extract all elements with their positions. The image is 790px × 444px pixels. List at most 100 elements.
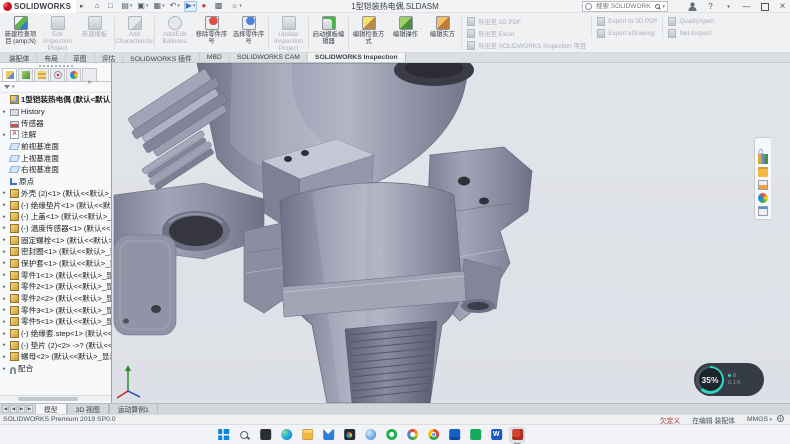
propertymanager-tab[interactable]: [18, 68, 33, 81]
tree-item[interactable]: 零件5<1> (默认<<默认>_显示状态: [0, 316, 111, 328]
chrome-button[interactable]: [425, 427, 441, 443]
command-tab[interactable]: 评估: [95, 53, 124, 62]
expand-arrow-icon[interactable]: [3, 296, 9, 302]
tree-item[interactable]: 右视基准面: [0, 164, 111, 176]
edit-specs-button[interactable]: 编辑实方: [424, 14, 461, 38]
tree-item[interactable]: 传感器: [0, 117, 111, 129]
edge-button[interactable]: [278, 427, 294, 443]
tab-prev-button[interactable]: ◀: [10, 405, 17, 413]
expand-arrow-icon[interactable]: [3, 307, 9, 313]
dropdown-caret-icon[interactable]: [177, 3, 180, 9]
command-tab[interactable]: 布局: [37, 53, 66, 62]
restore-button[interactable]: [759, 1, 770, 12]
app-green-button[interactable]: [467, 427, 483, 443]
dropdown-caret-icon[interactable]: [239, 3, 242, 9]
rebuild-icon[interactable]: [200, 1, 210, 12]
command-tab[interactable]: SOLIDWORKS CAM: [230, 53, 308, 62]
tree-filter-row[interactable]: [0, 82, 111, 93]
photos-button[interactable]: [341, 427, 357, 443]
tree-item[interactable]: 保护套<1> (默认<<默认>_显示状态: [0, 258, 111, 270]
tree-item[interactable]: (-) 上盖<1> (默认<<默认>_显示状态: [0, 211, 111, 223]
update-inspection-project-button[interactable]: Update Inspection Project: [270, 14, 307, 52]
search-input[interactable]: [594, 2, 653, 11]
file-explorer-button[interactable]: [299, 427, 315, 443]
expand-arrow-icon[interactable]: [3, 272, 9, 278]
configurationmanager-tab[interactable]: [34, 68, 49, 81]
tree-item[interactable]: 配合: [0, 363, 111, 375]
command-tab[interactable]: 草图: [66, 53, 95, 62]
tree-item[interactable]: 零件1<1> (默认<<默认>_显示状态: [0, 269, 111, 281]
status-globe-icon[interactable]: [777, 415, 784, 422]
tree-item[interactable]: 零件3<1> (默认<<默认>_显示状态: [0, 304, 111, 316]
command-tab[interactable]: MBD: [200, 53, 230, 62]
new-doc-icon[interactable]: [107, 1, 117, 12]
home-icon[interactable]: [94, 1, 104, 12]
expand-arrow-icon[interactable]: [3, 202, 9, 208]
app-green-circle-button[interactable]: [383, 427, 399, 443]
status-item[interactable]: 欠定义: [660, 415, 680, 425]
3d-model[interactable]: [112, 63, 790, 403]
tree-item[interactable]: 固定螺栓<1> (默认<<默认>_显示状: [0, 234, 111, 246]
tree-item[interactable]: 螺母<2> (默认<<默认>_显示状态: [0, 351, 111, 363]
expand-arrow-icon[interactable]: [3, 319, 9, 325]
tab-first-button[interactable]: ◀: [2, 405, 9, 413]
app-color-wheel-button[interactable]: [404, 427, 420, 443]
export-2d-pdf-button[interactable]: 导出至 2D PDF: [467, 17, 586, 26]
appearances-tab[interactable]: [758, 193, 768, 203]
tree-item[interactable]: 密封圈<1> (默认<<默认>_显示状态: [0, 246, 111, 258]
tree-item[interactable]: 上视基准面: [0, 152, 111, 164]
tree-item[interactable]: (-) 温度传感器<1> (默认<<默认>_显: [0, 223, 111, 235]
task-view-button[interactable]: [257, 427, 273, 443]
tree-item[interactable]: 注解: [0, 129, 111, 141]
resources-tab[interactable]: [758, 141, 768, 151]
expand-arrow-icon[interactable]: [3, 225, 9, 231]
export-excel-button[interactable]: 导出至 Excel: [467, 29, 586, 38]
new-template-button[interactable]: 新建模板: [76, 14, 113, 38]
select-balloons-button[interactable]: 选择零件序号: [230, 14, 267, 45]
close-button[interactable]: [777, 1, 788, 12]
export-3d-pdf-button[interactable]: Export to 3D PDF: [597, 17, 657, 26]
expand-arrow-icon[interactable]: [3, 190, 9, 196]
tree-item[interactable]: (-) 垫片 (2)<2> ->? (默认<<默认>: [0, 339, 111, 351]
display-settings-icon[interactable]: [214, 1, 227, 12]
file-explorer-tab[interactable]: [758, 167, 768, 177]
open-icon[interactable]: [120, 1, 133, 12]
view-palette-tab[interactable]: [758, 180, 768, 190]
minimize-button[interactable]: [741, 1, 752, 12]
expand-arrow-icon[interactable]: [3, 132, 9, 138]
displaymanager-tab[interactable]: [66, 68, 81, 81]
tree-item[interactable]: 原点: [0, 176, 111, 188]
search-button[interactable]: [236, 427, 252, 443]
add-edit-balloons-button[interactable]: Add/Edit Balloons: [156, 14, 193, 45]
launch-template-editor-button[interactable]: 启动模板编辑器: [310, 14, 347, 45]
document-tab[interactable]: 3D 视图: [67, 404, 109, 414]
status-item[interactable]: MMGS: [747, 416, 772, 423]
featuremanager-tab[interactable]: [2, 68, 17, 81]
filter-caret-icon[interactable]: [12, 84, 15, 90]
command-tab[interactable]: 装配体: [2, 53, 37, 62]
tree-item[interactable]: 零件2<1> (默认<<默认>_显示状态: [0, 281, 111, 293]
logo-flyout-arrow-icon[interactable]: ▸: [80, 2, 84, 10]
dropdown-caret-icon[interactable]: [146, 3, 149, 9]
tree-item[interactable]: 前视基准面: [0, 141, 111, 153]
tree-item[interactable]: (-) 绝缘套.step<1> (默认<<默认>: [0, 328, 111, 340]
tree-horizontal-scrollbar[interactable]: [0, 395, 111, 401]
app-blue-button[interactable]: [446, 427, 462, 443]
expand-arrow-icon[interactable]: [3, 237, 9, 243]
design-library-tab[interactable]: [758, 154, 768, 164]
qualityxpert-button[interactable]: QualityXpert: [668, 17, 714, 26]
dimxpertmanager-tab[interactable]: [50, 68, 65, 81]
dropdown-caret-icon[interactable]: [162, 3, 165, 9]
expand-arrow-icon[interactable]: [3, 366, 9, 372]
tree-item[interactable]: 外壳 (2)<1> (默认<<默认>_显示状态: [0, 188, 111, 200]
start-button[interactable]: [215, 427, 231, 443]
search-scope-icon[interactable]: [585, 3, 592, 10]
export-edrawing-button[interactable]: Export eDrawing: [597, 29, 657, 38]
command-tab[interactable]: SOLIDWORKS 插件: [123, 53, 200, 62]
dropdown-caret-icon[interactable]: [193, 3, 196, 9]
help-button[interactable]: [705, 1, 716, 12]
expand-arrow-icon[interactable]: [3, 109, 9, 115]
expand-arrow-icon[interactable]: [3, 331, 9, 337]
scrollbar-thumb[interactable]: [18, 397, 78, 401]
expand-arrow-icon[interactable]: [3, 260, 9, 266]
